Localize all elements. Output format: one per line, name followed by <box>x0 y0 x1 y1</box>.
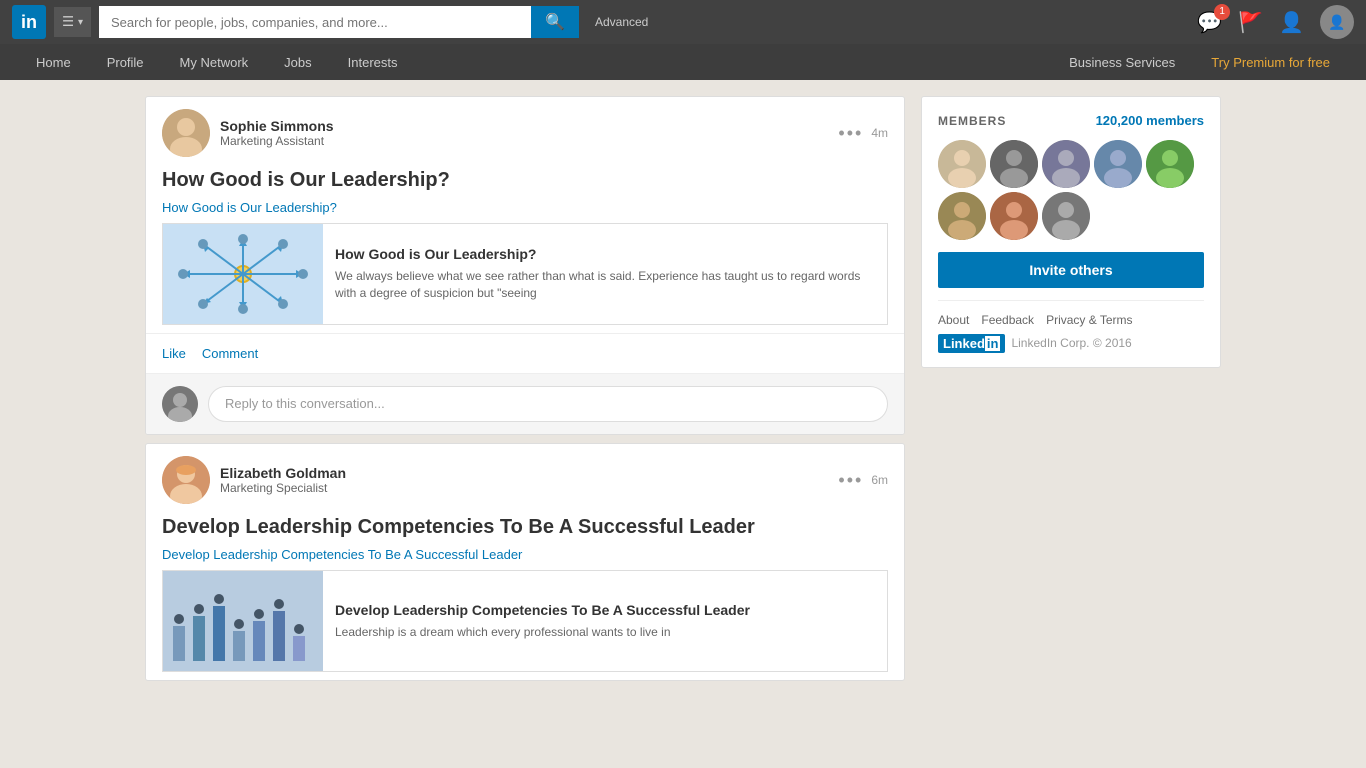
main-layout: Sophie Simmons Marketing Assistant ••• 4… <box>133 96 1233 681</box>
nav-item-network[interactable]: My Network <box>164 44 265 80</box>
footer-links: About Feedback Privacy & Terms <box>938 313 1204 327</box>
post-subtitle-1[interactable]: How Good is Our Leadership? <box>146 200 904 223</box>
linkedin-footer-logo: Linkedin <box>938 334 1005 353</box>
member-avatar-4[interactable] <box>1094 140 1142 188</box>
feed: Sophie Simmons Marketing Assistant ••• 4… <box>145 96 905 681</box>
nav-item-profile[interactable]: Profile <box>91 44 160 80</box>
post-user-title-1: Marketing Assistant <box>220 134 828 148</box>
post-time-2: 6m <box>871 473 888 487</box>
reply-input-1[interactable]: Reply to this conversation... <box>208 386 888 422</box>
hamburger-icon: ☰ <box>62 14 74 30</box>
member-avatar-3[interactable] <box>1042 140 1090 188</box>
post-avatar-sophie[interactable] <box>162 109 210 157</box>
people-icon[interactable]: 👤 <box>1279 10 1304 35</box>
nav-item-home[interactable]: Home <box>20 44 87 80</box>
post-user-info-2: Elizabeth Goldman Marketing Specialist <box>220 465 828 495</box>
chevron-down-icon: ▾ <box>78 17 83 28</box>
post-avatar-elizabeth[interactable] <box>162 456 210 504</box>
post-header-1: Sophie Simmons Marketing Assistant ••• 4… <box>146 97 904 165</box>
comment-button-1[interactable]: Comment <box>202 342 258 365</box>
post-title-1: How Good is Our Leadership? <box>146 165 904 200</box>
privacy-terms-link[interactable]: Privacy & Terms <box>1046 313 1132 327</box>
member-avatars <box>938 140 1204 240</box>
member-avatar-6[interactable] <box>938 192 986 240</box>
footer-copyright: LinkedIn Corp. © 2016 <box>1011 336 1131 350</box>
link-preview-2[interactable]: Develop Leadership Competencies To Be A … <box>162 570 888 672</box>
flag-icon[interactable]: 🚩 <box>1238 10 1263 35</box>
member-avatar-5[interactable] <box>1146 140 1194 188</box>
search-button[interactable]: 🔍 <box>531 6 579 38</box>
sidebar: MEMBERS 120,200 members <box>921 96 1221 681</box>
post-title-2: Develop Leadership Competencies To Be A … <box>146 512 904 547</box>
preview-content-2: Develop Leadership Competencies To Be A … <box>323 571 762 671</box>
member-avatar-1[interactable] <box>938 140 986 188</box>
nav-item-interests[interactable]: Interests <box>332 44 414 80</box>
menu-button[interactable]: ☰ ▾ <box>54 7 91 37</box>
search-bar: 🔍 <box>99 6 579 38</box>
preview-image-1 <box>163 224 323 324</box>
member-avatar-7[interactable] <box>990 192 1038 240</box>
members-count: 120,200 members <box>1096 113 1204 128</box>
post-card-1: Sophie Simmons Marketing Assistant ••• 4… <box>145 96 905 435</box>
members-card: MEMBERS 120,200 members <box>921 96 1221 368</box>
members-header: MEMBERS 120,200 members <box>938 113 1204 128</box>
post-user-title-2: Marketing Specialist <box>220 481 828 495</box>
post-actions-1: Like Comment <box>146 333 904 373</box>
nav-left: Home Profile My Network Jobs Interests <box>20 44 414 80</box>
footer-logo: Linkedin LinkedIn Corp. © 2016 <box>938 335 1204 351</box>
user-avatar[interactable]: 👤 <box>1320 5 1354 39</box>
top-bar: in ☰ ▾ 🔍 Advanced 💬 1 🚩 👤 👤 <box>0 0 1366 44</box>
member-avatar-2[interactable] <box>990 140 1038 188</box>
link-preview-1[interactable]: How Good is Our Leadership? We always be… <box>162 223 888 325</box>
preview-content-1: How Good is Our Leadership? We always be… <box>323 224 887 324</box>
nav-bar: Home Profile My Network Jobs Interests B… <box>0 44 1366 80</box>
footer-logo-box: Linkedin <box>938 335 1005 351</box>
nav-item-jobs[interactable]: Jobs <box>268 44 327 80</box>
nav-item-premium[interactable]: Try Premium for free <box>1195 44 1346 80</box>
post-user-info-1: Sophie Simmons Marketing Assistant <box>220 118 828 148</box>
post-options-icon-2[interactable]: ••• <box>838 470 863 491</box>
preview-title-2: Develop Leadership Competencies To Be A … <box>335 602 750 618</box>
preview-desc-1: We always believe what we see rather tha… <box>335 268 875 302</box>
like-button-1[interactable]: Like <box>162 342 186 365</box>
search-input[interactable] <box>99 6 531 38</box>
sidebar-divider <box>938 300 1204 301</box>
post-time-1: 4m <box>871 126 888 140</box>
members-label: MEMBERS <box>938 114 1006 128</box>
about-link[interactable]: About <box>938 313 969 327</box>
preview-title-1: How Good is Our Leadership? <box>335 246 875 262</box>
reply-avatar-1 <box>162 386 198 422</box>
notification-badge: 1 <box>1214 4 1230 20</box>
advanced-link[interactable]: Advanced <box>595 15 648 29</box>
post-subtitle-2[interactable]: Develop Leadership Competencies To Be A … <box>146 547 904 570</box>
post-card-2: Elizabeth Goldman Marketing Specialist •… <box>145 443 905 681</box>
nav-right: Business Services Try Premium for free <box>1053 44 1346 80</box>
nav-item-business[interactable]: Business Services <box>1053 44 1191 80</box>
post-header-2: Elizabeth Goldman Marketing Specialist •… <box>146 444 904 512</box>
post-user-name-1[interactable]: Sophie Simmons <box>220 118 828 134</box>
post-options-icon-1[interactable]: ••• <box>838 123 863 144</box>
preview-image-2 <box>163 571 323 671</box>
post-user-name-2[interactable]: Elizabeth Goldman <box>220 465 828 481</box>
linkedin-logo[interactable]: in <box>12 5 46 39</box>
post-meta-1: ••• 4m <box>838 123 888 144</box>
top-icons: 💬 1 🚩 👤 👤 <box>1197 5 1354 39</box>
member-avatar-8[interactable] <box>1042 192 1090 240</box>
reply-box-1: Reply to this conversation... <box>146 373 904 434</box>
notifications-icon[interactable]: 💬 1 <box>1197 10 1222 35</box>
feedback-link[interactable]: Feedback <box>981 313 1034 327</box>
invite-others-button[interactable]: Invite others <box>938 252 1204 288</box>
post-meta-2: ••• 6m <box>838 470 888 491</box>
preview-desc-2: Leadership is a dream which every profes… <box>335 624 750 641</box>
